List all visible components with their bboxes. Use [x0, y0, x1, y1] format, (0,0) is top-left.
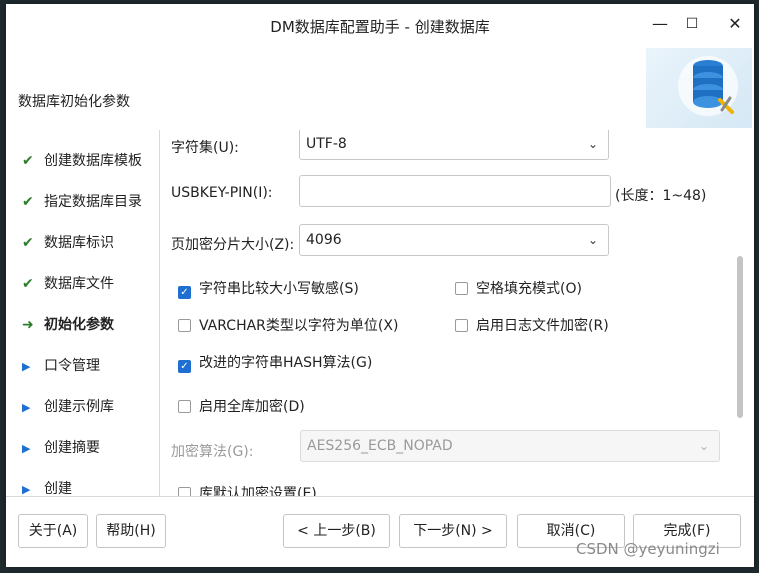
sidebar-item-create-template[interactable]: ✔ 创建数据库模板 [22, 150, 142, 172]
sidebar-item-label: 指定数据库目录 [44, 194, 142, 210]
case-sensitive-checkbox[interactable]: ✓ 字符串比较大小写敏感(S) [178, 278, 359, 299]
sidebar-item-db-directory[interactable]: ✔ 指定数据库目录 [22, 191, 142, 213]
triangle-right-icon: ▶ [22, 360, 31, 373]
blank-pad-checkbox[interactable]: 空格填充模式(O) [455, 278, 582, 298]
chevron-down-icon: ⌄ [587, 233, 598, 247]
sidebar-item-label: 创建数据库模板 [44, 153, 142, 169]
check-icon: ✔ [22, 276, 34, 292]
help-button[interactable]: 帮助(H) [96, 514, 166, 548]
sidebar-item-init-params[interactable]: ➜ 初始化参数 [22, 314, 114, 336]
sidebar-item-label: 创建示例库 [44, 399, 114, 415]
sidebar-item-sample-db[interactable]: ▶ 创建示例库 [22, 396, 114, 418]
checkbox-checked-icon: ✓ [178, 286, 191, 299]
sidebar-item-label: 创建摘要 [44, 440, 100, 456]
charset-value: UTF-8 [306, 136, 347, 152]
triangle-right-icon: ▶ [22, 401, 31, 414]
page-encrypt-value: 4096 [306, 232, 342, 248]
arrow-right-icon: ➜ [22, 317, 34, 333]
minimize-button[interactable]: — [646, 13, 674, 35]
checkbox-label: 启用日志文件加密(R) [476, 318, 609, 334]
charset-select[interactable]: UTF-8 ⌄ [299, 130, 609, 160]
checkbox-empty-icon [178, 319, 191, 332]
checkbox-label: 空格填充模式(O) [476, 281, 582, 297]
checkbox-label: 库默认加密设置(E) [199, 486, 317, 496]
default-encrypt-checkbox[interactable]: 库默认加密设置(E) [178, 483, 317, 496]
log-encrypt-checkbox[interactable]: 启用日志文件加密(R) [455, 315, 609, 335]
checkbox-checked-icon: ✓ [178, 360, 191, 373]
sidebar-item-create[interactable]: ▶ 创建 [22, 478, 72, 496]
sidebar-item-db-identity[interactable]: ✔ 数据库标识 [22, 232, 114, 254]
triangle-right-icon: ▶ [22, 442, 31, 455]
checkbox-empty-icon [455, 282, 468, 295]
vertical-scrollbar[interactable] [734, 130, 746, 496]
sidebar-item-summary[interactable]: ▶ 创建摘要 [22, 437, 100, 459]
database-logo-icon [646, 48, 752, 128]
sidebar-item-db-files[interactable]: ✔ 数据库文件 [22, 273, 114, 295]
check-icon: ✔ [22, 235, 34, 251]
chevron-down-icon: ⌄ [698, 439, 709, 453]
scrollbar-thumb[interactable] [737, 256, 743, 418]
title-bar[interactable]: DM数据库配置助手 - 创建数据库 — ☐ ✕ [6, 4, 754, 46]
next-button[interactable]: 下一步(N) > [399, 514, 507, 548]
usbkey-length-hint: (长度：1~48) [615, 188, 707, 204]
dialog-window: DM数据库配置助手 - 创建数据库 — ☐ ✕ 数据库初始化参数 ✔ 创建数据库模… [6, 4, 754, 567]
check-icon: ✔ [22, 153, 34, 169]
prev-button[interactable]: < 上一步(B) [283, 514, 390, 548]
triangle-right-icon: ▶ [22, 483, 31, 496]
page-header: 数据库初始化参数 [6, 46, 754, 131]
charset-label: 字符集(U): [171, 140, 239, 156]
checkbox-empty-icon [178, 400, 191, 413]
page-encrypt-select[interactable]: 4096 ⌄ [299, 224, 609, 256]
maximize-button[interactable]: ☐ [678, 13, 706, 35]
checkbox-label: 字符串比较大小写敏感(S) [199, 281, 359, 297]
page-encrypt-label: 页加密分片大小(Z): [171, 237, 295, 253]
sidebar-item-label: 口令管理 [44, 358, 100, 374]
usbkey-pin-input[interactable] [299, 175, 611, 207]
wizard-steps-sidebar: ✔ 创建数据库模板 ✔ 指定数据库目录 ✔ 数据库标识 ✔ 数据库文件 ➜ 初始化参数 ▶… [6, 130, 160, 496]
about-button[interactable]: 关于(A) [18, 514, 88, 548]
checkbox-empty-icon [455, 319, 468, 332]
checkbox-label: 改进的字符串HASH算法(G) [199, 355, 373, 371]
checkbox-empty-icon [178, 487, 191, 496]
checkbox-label: VARCHAR类型以字符为单位(X) [199, 318, 399, 334]
background-terminal-right [754, 0, 759, 573]
chevron-down-icon: ⌄ [587, 137, 598, 151]
watermark-text: CSDN @yeyuningzi [576, 540, 720, 558]
close-button[interactable]: ✕ [721, 13, 749, 35]
window-title: DM数据库配置助手 - 创建数据库 [270, 18, 490, 36]
check-icon: ✔ [22, 194, 34, 210]
sidebar-item-label: 创建 [44, 481, 72, 496]
params-form: 字符集(U): UTF-8 ⌄ USBKEY-PIN(I): (长度：1~48)… [160, 130, 754, 496]
encrypt-algo-label: 加密算法(G): [171, 444, 254, 460]
encrypt-algo-select[interactable]: AES256_ECB_NOPAD ⌄ [300, 430, 720, 462]
hash-algo-checkbox[interactable]: ✓ 改进的字符串HASH算法(G) [178, 352, 373, 373]
checkbox-label: 启用全库加密(D) [199, 399, 305, 415]
usbkey-label: USBKEY-PIN(I): [171, 185, 273, 201]
full-encrypt-checkbox[interactable]: 启用全库加密(D) [178, 396, 305, 416]
encrypt-algo-value: AES256_ECB_NOPAD [307, 438, 453, 454]
sidebar-item-label: 初始化参数 [44, 317, 114, 333]
varchar-char-checkbox[interactable]: VARCHAR类型以字符为单位(X) [178, 315, 398, 335]
page-title: 数据库初始化参数 [18, 94, 130, 110]
sidebar-item-label: 数据库标识 [44, 235, 114, 251]
sidebar-item-password[interactable]: ▶ 口令管理 [22, 355, 100, 377]
sidebar-item-label: 数据库文件 [44, 276, 114, 292]
